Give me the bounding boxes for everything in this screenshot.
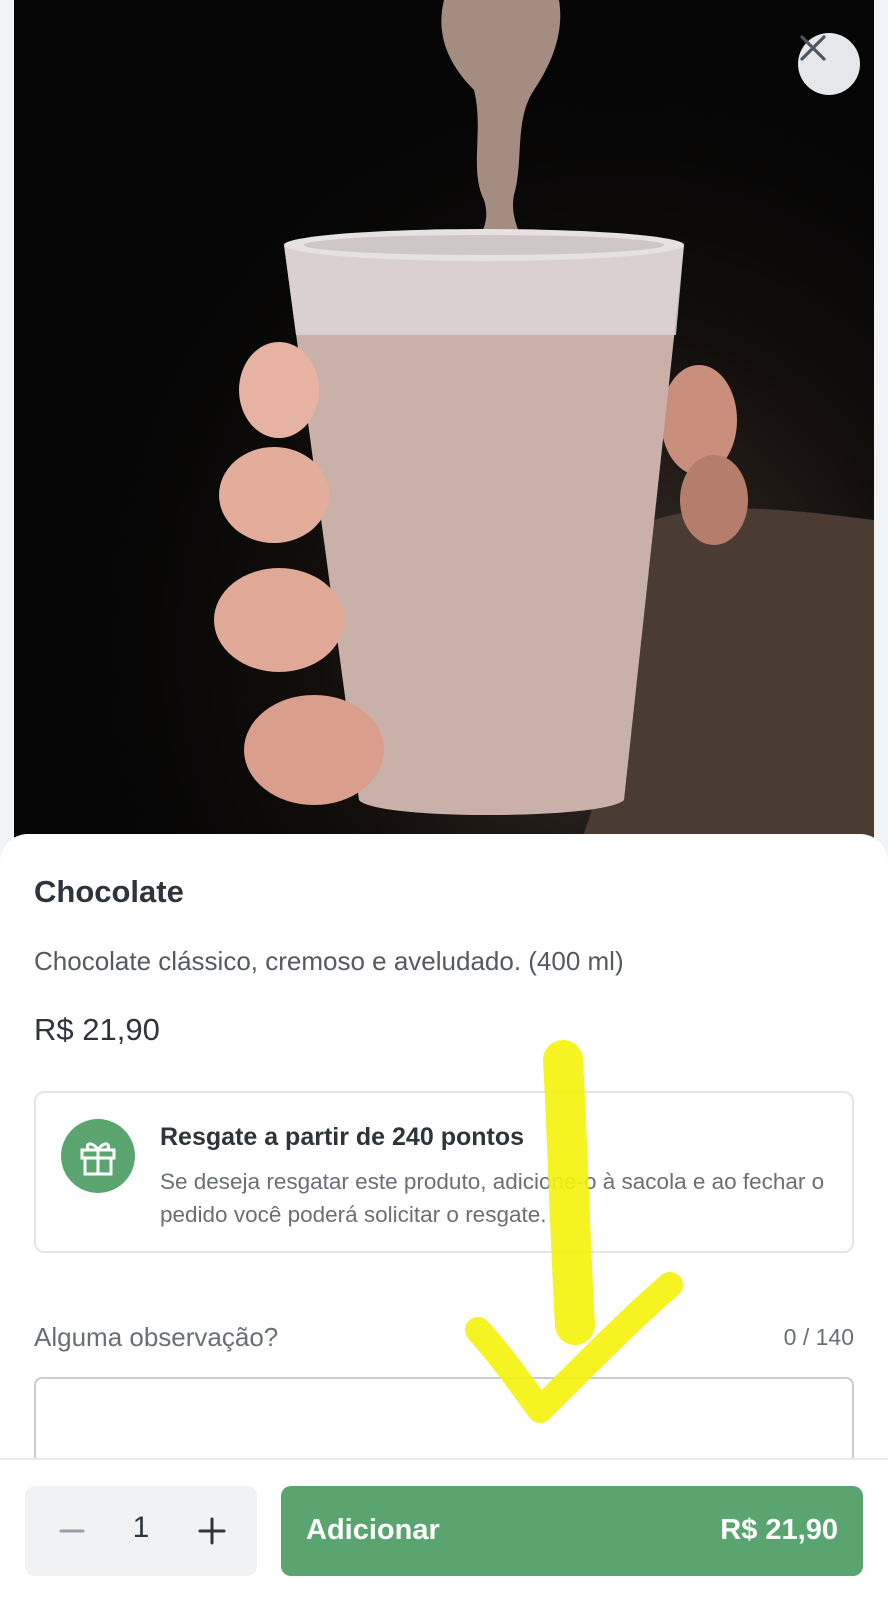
reward-title: Resgate a partir de 240 pontos [160,1123,525,1151]
product-description: Chocolate clássico, cremoso e aveludado.… [34,946,624,976]
add-button-label: Adicionar [306,1514,440,1546]
product-image [14,0,874,860]
product-title: Chocolate [34,874,184,909]
quantity-stepper: 1 [25,1486,257,1576]
plus-icon [198,1517,226,1545]
add-button-price: R$ 21,90 [720,1514,838,1546]
decrease-quantity-button[interactable] [49,1508,95,1554]
quantity-value: 1 [132,1511,150,1544]
increase-quantity-button[interactable] [189,1508,235,1554]
reward-card: Resgate a partir de 240 pontos Se deseja… [34,1091,854,1253]
gift-icon [61,1119,135,1193]
product-price: R$ 21,90 [34,1012,160,1047]
close-button[interactable] [798,33,860,95]
add-to-bag-button[interactable]: Adicionar R$ 21,90 [281,1486,863,1576]
reward-text: Se deseja resgatar este produto, adicion… [160,1169,825,1227]
footer-bar: 1 Adicionar R$ 21,90 [0,1458,888,1600]
minus-icon [59,1529,85,1533]
close-icon [800,35,826,61]
observation-label: Alguma observação? [34,1322,279,1352]
observation-counter: 0 / 140 [783,1324,854,1350]
